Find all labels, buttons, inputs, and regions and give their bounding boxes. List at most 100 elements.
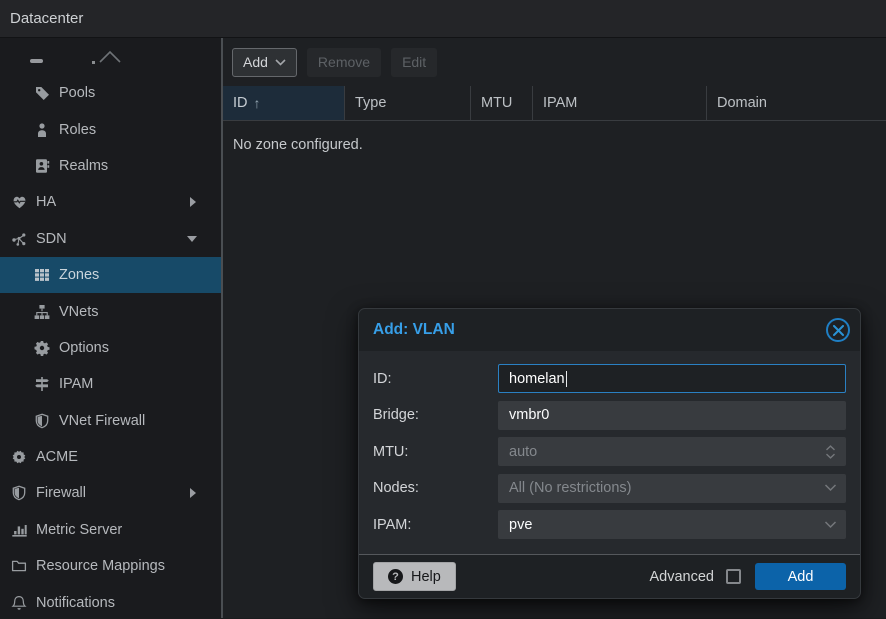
chevron-down-icon[interactable]	[824, 484, 837, 493]
chevron-right-icon[interactable]	[189, 488, 197, 498]
form-row-bridge: Bridge: vmbr0	[373, 401, 846, 430]
form-row-nodes: Nodes: All (No restrictions)	[373, 474, 846, 503]
shield-icon	[33, 413, 51, 429]
sidebar-item-vnets[interactable]: VNets	[0, 293, 221, 329]
bell-icon	[10, 595, 28, 611]
sidebar-item-label: SDN	[36, 231, 67, 247]
column-label: Domain	[717, 95, 767, 111]
sidebar-item-label: Roles	[59, 122, 96, 138]
mtu-placeholder: auto	[509, 444, 537, 460]
dialog-footer: ? Help Advanced Add	[359, 554, 860, 598]
sidebar-item-clipped[interactable]	[0, 38, 221, 75]
sidebar-item-roles[interactable]: Roles	[0, 111, 221, 147]
sidebar-item-label: VNet Firewall	[59, 413, 145, 429]
column-label: Type	[355, 95, 386, 111]
submit-add-label: Add	[788, 569, 814, 585]
column-header-domain[interactable]: Domain	[707, 86, 886, 120]
clipped-icon	[30, 59, 43, 63]
nodes-field-label: Nodes:	[373, 480, 498, 496]
sidebar-item-label: Notifications	[36, 595, 115, 611]
remove-button-label: Remove	[318, 54, 370, 70]
help-button-label: Help	[411, 569, 441, 585]
nodes-combobox[interactable]: All (No restrictions)	[498, 474, 846, 503]
add-button-label: Add	[243, 54, 268, 70]
sidebar-item-firewall[interactable]: Firewall	[0, 475, 221, 511]
grid-icon	[33, 267, 51, 283]
column-label: ID	[233, 95, 248, 111]
user-icon	[33, 122, 51, 138]
sidebar-item-label: Metric Server	[36, 522, 122, 538]
id-input[interactable]: homelan	[498, 364, 846, 393]
mtu-spinner-input[interactable]: auto	[498, 437, 846, 466]
dialog-form: ID: homelan Bridge: vmbr0 MTU: auto	[359, 351, 860, 554]
sidebar-item-zones[interactable]: Zones	[0, 257, 221, 293]
spinner-up-down-icon[interactable]	[824, 443, 837, 460]
sidebar-item-label: Zones	[59, 267, 99, 283]
page-title: Datacenter	[10, 10, 83, 27]
sidebar-item-sdn[interactable]: SDN	[0, 221, 221, 257]
chevron-down-icon[interactable]	[187, 235, 197, 243]
address-book-icon	[33, 158, 51, 174]
sidebar-item-vnet-firewall[interactable]: VNet Firewall	[0, 403, 221, 439]
advanced-label[interactable]: Advanced	[650, 569, 715, 585]
sitemap-icon	[33, 304, 51, 320]
sidebar-item-realms[interactable]: Realms	[0, 148, 221, 184]
sidebar-item-resource-mappings[interactable]: Resource Mappings	[0, 548, 221, 584]
sidebar-item-label: Options	[59, 340, 109, 356]
help-button[interactable]: ? Help	[373, 562, 456, 591]
bar-chart-icon	[10, 522, 28, 538]
text-caret	[566, 371, 568, 387]
dialog-title: Add: VLAN	[373, 321, 826, 339]
form-row-ipam: IPAM: pve	[373, 510, 846, 539]
nodes-placeholder: All (No restrictions)	[509, 480, 631, 496]
map-signs-icon	[33, 376, 51, 392]
sidebar-item-ha[interactable]: HA	[0, 184, 221, 220]
ipam-combobox[interactable]: pve	[498, 510, 846, 539]
zones-table-body: No zone configured.	[223, 121, 886, 169]
sidebar-item-options[interactable]: Options	[0, 330, 221, 366]
question-circle-icon: ?	[388, 569, 403, 584]
sidebar-item-label: Pools	[59, 85, 95, 101]
edit-button[interactable]: Edit	[391, 48, 437, 77]
clipped-text-fragment	[92, 61, 95, 64]
add-button[interactable]: Add	[232, 48, 297, 77]
dialog-header[interactable]: Add: VLAN	[359, 309, 860, 351]
sidebar-item-notifications[interactable]: Notifications	[0, 584, 221, 618]
chevron-up-icon	[98, 50, 122, 68]
submit-add-button[interactable]: Add	[755, 563, 846, 590]
advanced-checkbox[interactable]	[726, 569, 741, 584]
sidebar-item-ipam[interactable]: IPAM	[0, 366, 221, 402]
form-row-id: ID: homelan	[373, 364, 846, 393]
column-header-id[interactable]: ID ↑	[223, 86, 345, 120]
tag-icon	[33, 85, 51, 101]
network-nodes-icon	[10, 231, 28, 247]
mtu-field-label: MTU:	[373, 444, 498, 460]
ipam-value: pve	[509, 517, 532, 533]
add-vlan-dialog: Add: VLAN ID: homelan Bridge: vmbr0 MT	[358, 308, 861, 599]
chevron-down-icon[interactable]	[824, 520, 837, 529]
remove-button[interactable]: Remove	[307, 48, 381, 77]
gear-icon	[33, 340, 51, 356]
shield-icon	[10, 485, 28, 501]
bridge-input-value: vmbr0	[509, 407, 549, 423]
folder-icon	[10, 558, 28, 574]
bridge-input[interactable]: vmbr0	[498, 401, 846, 430]
sidebar-item-pools[interactable]: Pools	[0, 75, 221, 111]
edit-button-label: Edit	[402, 54, 426, 70]
column-header-ipam[interactable]: IPAM	[533, 86, 707, 120]
id-input-value: homelan	[509, 371, 565, 387]
sidebar-item-label: VNets	[59, 304, 99, 320]
chevron-right-icon[interactable]	[189, 197, 197, 207]
sidebar-item-label: Firewall	[36, 485, 86, 501]
zones-toolbar: Add Remove Edit	[223, 38, 886, 86]
certificate-icon	[10, 449, 28, 465]
column-label: IPAM	[543, 95, 577, 111]
chevron-down-icon	[275, 59, 286, 66]
heartbeat-icon	[10, 194, 28, 210]
close-icon[interactable]	[826, 318, 850, 342]
sidebar-item-metric-server[interactable]: Metric Server	[0, 512, 221, 548]
column-header-type[interactable]: Type	[345, 86, 471, 120]
column-header-mtu[interactable]: MTU	[471, 86, 533, 120]
sort-asc-icon: ↑	[254, 95, 261, 111]
sidebar-item-acme[interactable]: ACME	[0, 439, 221, 475]
